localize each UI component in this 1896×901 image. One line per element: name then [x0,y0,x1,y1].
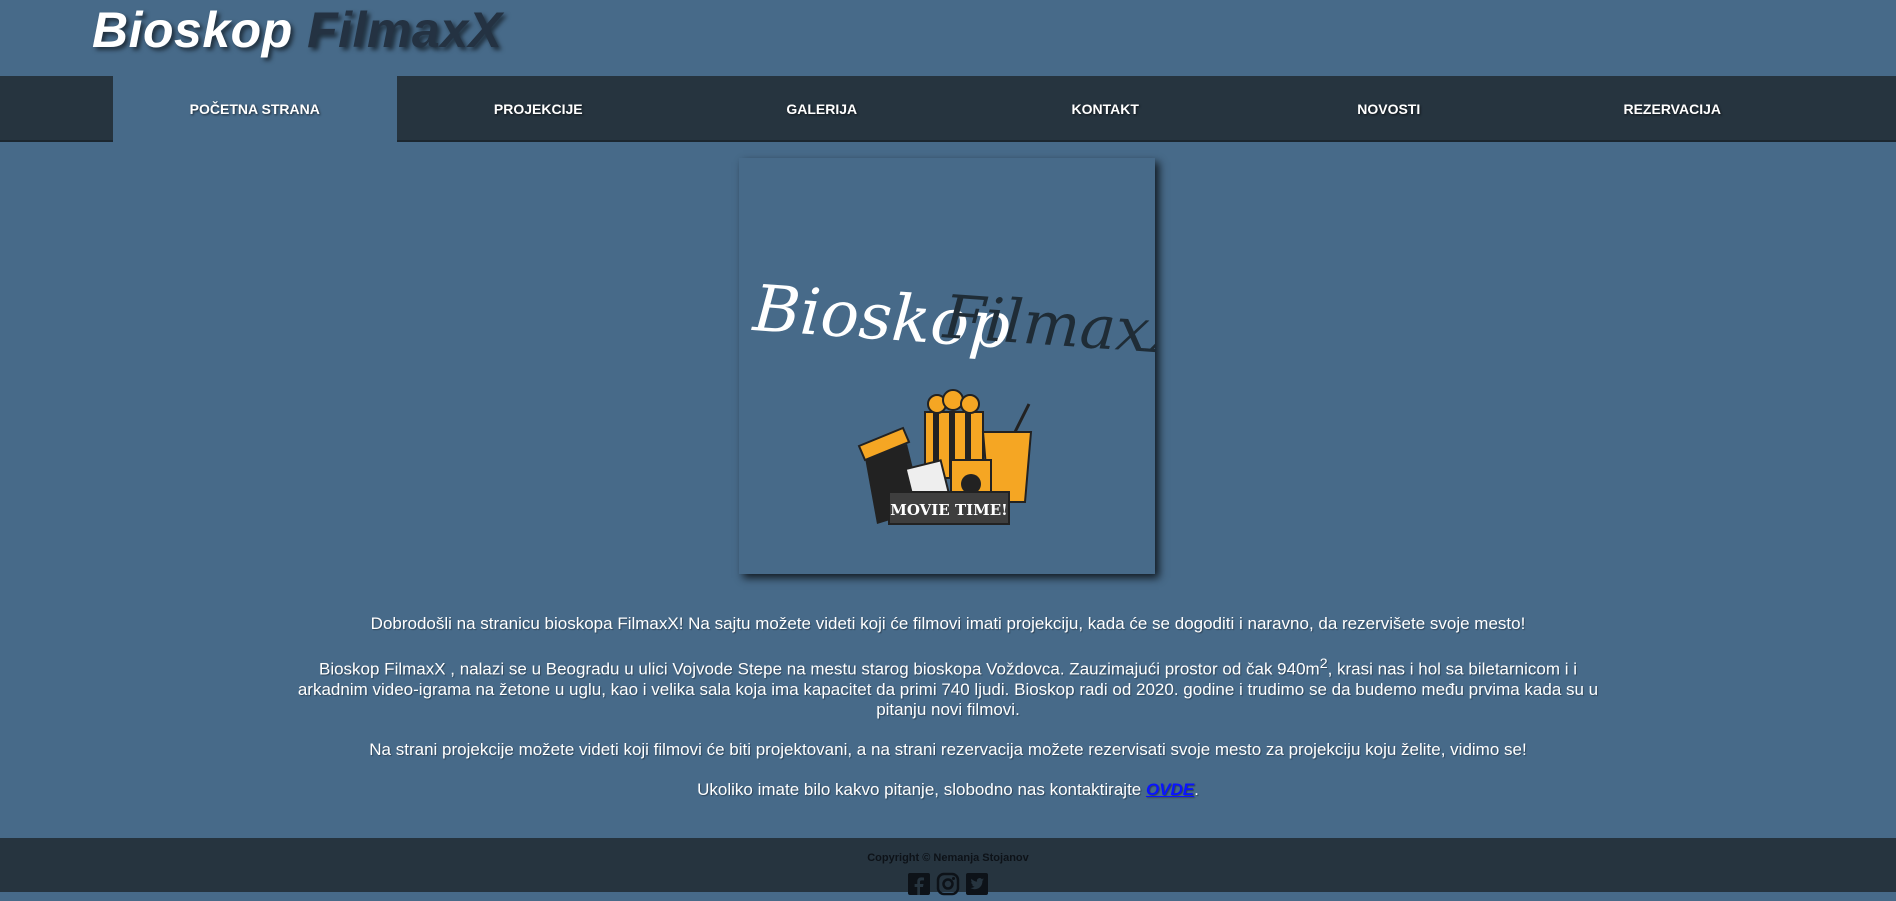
movie-time-text: MOVIE TIME! [890,501,1008,519]
nav-item-galerija[interactable]: GALERIJA [680,76,964,142]
nav-item-pocetna[interactable]: POČETNA STRANA [113,76,397,142]
info-paragraph: Na strani projekcije možete videti koji … [369,739,1527,759]
contact-link[interactable]: OVDE [1146,780,1194,799]
nav-item-kontakt[interactable]: KONTAKT [964,76,1248,142]
nav-item-novosti[interactable]: NOVOSTI [1247,76,1531,142]
social-links [0,872,1896,896]
about-paragraph: Bioskop FilmaxX , nalazi se u Beogradu u… [288,654,1608,720]
header: Bioskop FilmaxX [0,0,1896,76]
site-title[interactable]: Bioskop FilmaxX [92,0,502,60]
nav-item-projekcije[interactable]: PROJEKCIJE [397,76,681,142]
main-nav: POČETNA STRANA PROJEKCIJE GALERIJA KONTA… [0,76,1896,142]
instagram-icon[interactable] [936,872,960,896]
main-content: Dobrodošli na stranicu bioskopa FilmaxX!… [0,614,1896,820]
facebook-icon[interactable] [907,872,931,896]
site-title-part1: Bioskop [92,2,308,58]
about-text-start: Bioskop FilmaxX , nalazi se u Beogradu u… [318,659,1320,679]
footer: Copyright © Nemanja Stojanov [0,838,1896,896]
copyright-text: Copyright © Nemanja Stojanov [867,852,1029,864]
contact-text: Ukoliko imate bilo kakvo pitanje, slobod… [697,779,1146,799]
twitter-icon[interactable] [965,872,989,896]
intro-paragraph: Dobrodošli na stranicu bioskopa FilmaxX!… [370,614,1526,633]
about-superscript: 2 [1319,656,1328,672]
movie-time-banner: MOVIE TIME! [888,491,1010,525]
nav-item-rezervacija[interactable]: REZERVACIJA [1531,76,1815,142]
contact-paragraph: Ukoliko imate bilo kakvo pitanje, slobod… [288,780,1608,800]
contact-text-end: . [1194,779,1199,799]
cinema-logo: Bioskop FilmaxX MOVIE TIME! [739,158,1197,574]
site-title-part2: FilmaxX [307,2,503,58]
